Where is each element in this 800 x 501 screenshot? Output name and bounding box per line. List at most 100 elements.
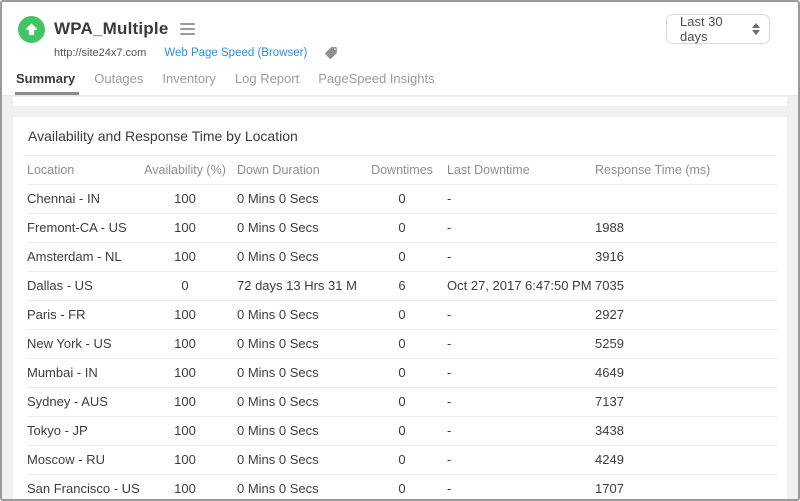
tab-pagespeed-insights[interactable]: PageSpeed Insights bbox=[318, 69, 434, 95]
card-title: Availability and Response Time by Locati… bbox=[28, 128, 298, 144]
cell-downtimes: 0 bbox=[357, 300, 447, 329]
cell-location: San Francisco - US bbox=[27, 474, 139, 499]
previous-card-edge bbox=[13, 97, 787, 106]
table-row: Amsterdam - NL1000 Mins 0 Secs0-3916 bbox=[27, 242, 777, 271]
cell-down-duration: 0 Mins 0 Secs bbox=[231, 387, 357, 416]
cell-last-downtime: - bbox=[447, 445, 595, 474]
cell-down-duration: 0 Mins 0 Secs bbox=[231, 213, 357, 242]
cell-downtimes: 0 bbox=[357, 445, 447, 474]
cell-location: Amsterdam - NL bbox=[27, 242, 139, 271]
table-row: New York - US1000 Mins 0 Secs0-5259 bbox=[27, 329, 777, 358]
tab-log-report[interactable]: Log Report bbox=[235, 69, 299, 95]
cell-last-downtime: - bbox=[447, 358, 595, 387]
cell-downtimes: 0 bbox=[357, 387, 447, 416]
cell-response-time-ms: 1707 bbox=[595, 474, 777, 499]
cell-response-time-ms: 3438 bbox=[595, 416, 777, 445]
card-title-row: Availability and Response Time by Locati… bbox=[23, 117, 777, 156]
column-header-last-downtime: Last Downtime bbox=[447, 156, 595, 184]
tag-icon[interactable] bbox=[324, 46, 338, 60]
cell-downtimes: 0 bbox=[357, 474, 447, 499]
cell-down-duration: 0 Mins 0 Secs bbox=[231, 445, 357, 474]
cell-last-downtime: - bbox=[447, 213, 595, 242]
cell-downtimes: 0 bbox=[357, 242, 447, 271]
cell-availability: 100 bbox=[139, 184, 231, 213]
cell-last-downtime: - bbox=[447, 242, 595, 271]
monitor-name: WPA_Multiple bbox=[54, 19, 168, 39]
cell-downtimes: 0 bbox=[357, 358, 447, 387]
status-up-icon bbox=[18, 16, 45, 43]
monitor-menu-icon[interactable] bbox=[180, 20, 195, 38]
cell-last-downtime: - bbox=[447, 300, 595, 329]
cell-last-downtime: - bbox=[447, 329, 595, 358]
cell-availability: 100 bbox=[139, 242, 231, 271]
cell-availability: 100 bbox=[139, 358, 231, 387]
cell-last-downtime: - bbox=[447, 184, 595, 213]
cell-response-time-ms: 1988 bbox=[595, 213, 777, 242]
cell-availability: 100 bbox=[139, 300, 231, 329]
monitor-header: WPA_Multiple Last 30 days http://site24x… bbox=[2, 2, 798, 96]
monitor-title-row: WPA_Multiple Last 30 days bbox=[18, 14, 784, 44]
cell-location: Paris - FR bbox=[27, 300, 139, 329]
table-row: Fremont-CA - US1000 Mins 0 Secs0-1988 bbox=[27, 213, 777, 242]
up-arrow-icon bbox=[24, 22, 39, 37]
select-stepper-icon bbox=[752, 23, 760, 35]
cell-down-duration: 0 Mins 0 Secs bbox=[231, 242, 357, 271]
table-row: Chennai - IN1000 Mins 0 Secs0- bbox=[27, 184, 777, 213]
monitor-tabs: Summary Outages Inventory Log Report PageSpe… bbox=[16, 69, 784, 95]
cell-availability: 100 bbox=[139, 213, 231, 242]
column-header-availability: Availability (%) bbox=[139, 156, 231, 184]
tab-inventory[interactable]: Inventory bbox=[162, 69, 215, 95]
column-header-down-duration: Down Duration bbox=[231, 156, 357, 184]
cell-downtimes: 0 bbox=[357, 416, 447, 445]
period-select-value: Last 30 days bbox=[680, 14, 752, 44]
cell-downtimes: 0 bbox=[357, 213, 447, 242]
cell-response-time-ms: 4249 bbox=[595, 445, 777, 474]
cell-location: Dallas - US bbox=[27, 271, 139, 300]
table-row: Dallas - US072 days 13 Hrs 31 Mins6Oct 2… bbox=[27, 271, 777, 300]
cell-location: Fremont-CA - US bbox=[27, 213, 139, 242]
cell-response-time-ms: 7035 bbox=[595, 271, 777, 300]
cell-downtimes: 0 bbox=[357, 329, 447, 358]
availability-card: Availability and Response Time by Locati… bbox=[13, 117, 787, 499]
cell-availability: 100 bbox=[139, 329, 231, 358]
cell-location: Moscow - RU bbox=[27, 445, 139, 474]
monitor-url: http://site24x7.com bbox=[54, 47, 146, 59]
cell-last-downtime: - bbox=[447, 416, 595, 445]
cell-down-duration: 0 Mins 0 Secs bbox=[231, 300, 357, 329]
monitor-type-link[interactable]: Web Page Speed (Browser) bbox=[164, 47, 307, 59]
cell-response-time-ms: 5259 bbox=[595, 329, 777, 358]
cell-location: Sydney - AUS bbox=[27, 387, 139, 416]
cell-location: Tokyo - JP bbox=[27, 416, 139, 445]
cell-last-downtime: - bbox=[447, 387, 595, 416]
column-header-location: Location bbox=[27, 156, 139, 184]
cell-downtimes: 6 bbox=[357, 271, 447, 300]
availability-table-wrap: LocationAvailability (%)Down DurationDow… bbox=[13, 156, 787, 499]
table-row: Tokyo - JP1000 Mins 0 Secs0-3438 bbox=[27, 416, 777, 445]
cell-response-time-ms: 7137 bbox=[595, 387, 777, 416]
cell-location: New York - US bbox=[27, 329, 139, 358]
cell-response-time-ms bbox=[595, 184, 777, 213]
tab-outages[interactable]: Outages bbox=[94, 69, 143, 95]
cell-availability: 100 bbox=[139, 387, 231, 416]
period-select[interactable]: Last 30 days bbox=[666, 14, 770, 44]
cell-down-duration: 0 Mins 0 Secs bbox=[231, 358, 357, 387]
tab-summary[interactable]: Summary bbox=[16, 69, 75, 95]
cell-location: Mumbai - IN bbox=[27, 358, 139, 387]
table-row: Moscow - RU1000 Mins 0 Secs0-4249 bbox=[27, 445, 777, 474]
cell-down-duration: 72 days 13 Hrs 31 Mins bbox=[231, 271, 357, 300]
column-header-downtimes: Downtimes bbox=[357, 156, 447, 184]
table-header-row: LocationAvailability (%)Down DurationDow… bbox=[27, 156, 777, 184]
cell-availability: 100 bbox=[139, 445, 231, 474]
table-row: San Francisco - US1000 Mins 0 Secs0-1707 bbox=[27, 474, 777, 499]
cell-down-duration: 0 Mins 0 Secs bbox=[231, 416, 357, 445]
table-row: Mumbai - IN1000 Mins 0 Secs0-4649 bbox=[27, 358, 777, 387]
cell-down-duration: 0 Mins 0 Secs bbox=[231, 329, 357, 358]
summary-content: Availability and Response Time by Locati… bbox=[2, 96, 798, 499]
cell-location: Chennai - IN bbox=[27, 184, 139, 213]
cell-last-downtime: - bbox=[447, 474, 595, 499]
cell-response-time-ms: 4649 bbox=[595, 358, 777, 387]
table-row: Paris - FR1000 Mins 0 Secs0-2927 bbox=[27, 300, 777, 329]
cell-down-duration: 0 Mins 0 Secs bbox=[231, 184, 357, 213]
cell-last-downtime: Oct 27, 2017 6:47:50 PM bbox=[447, 271, 595, 300]
column-header-response-time-ms: Response Time (ms) bbox=[595, 156, 777, 184]
